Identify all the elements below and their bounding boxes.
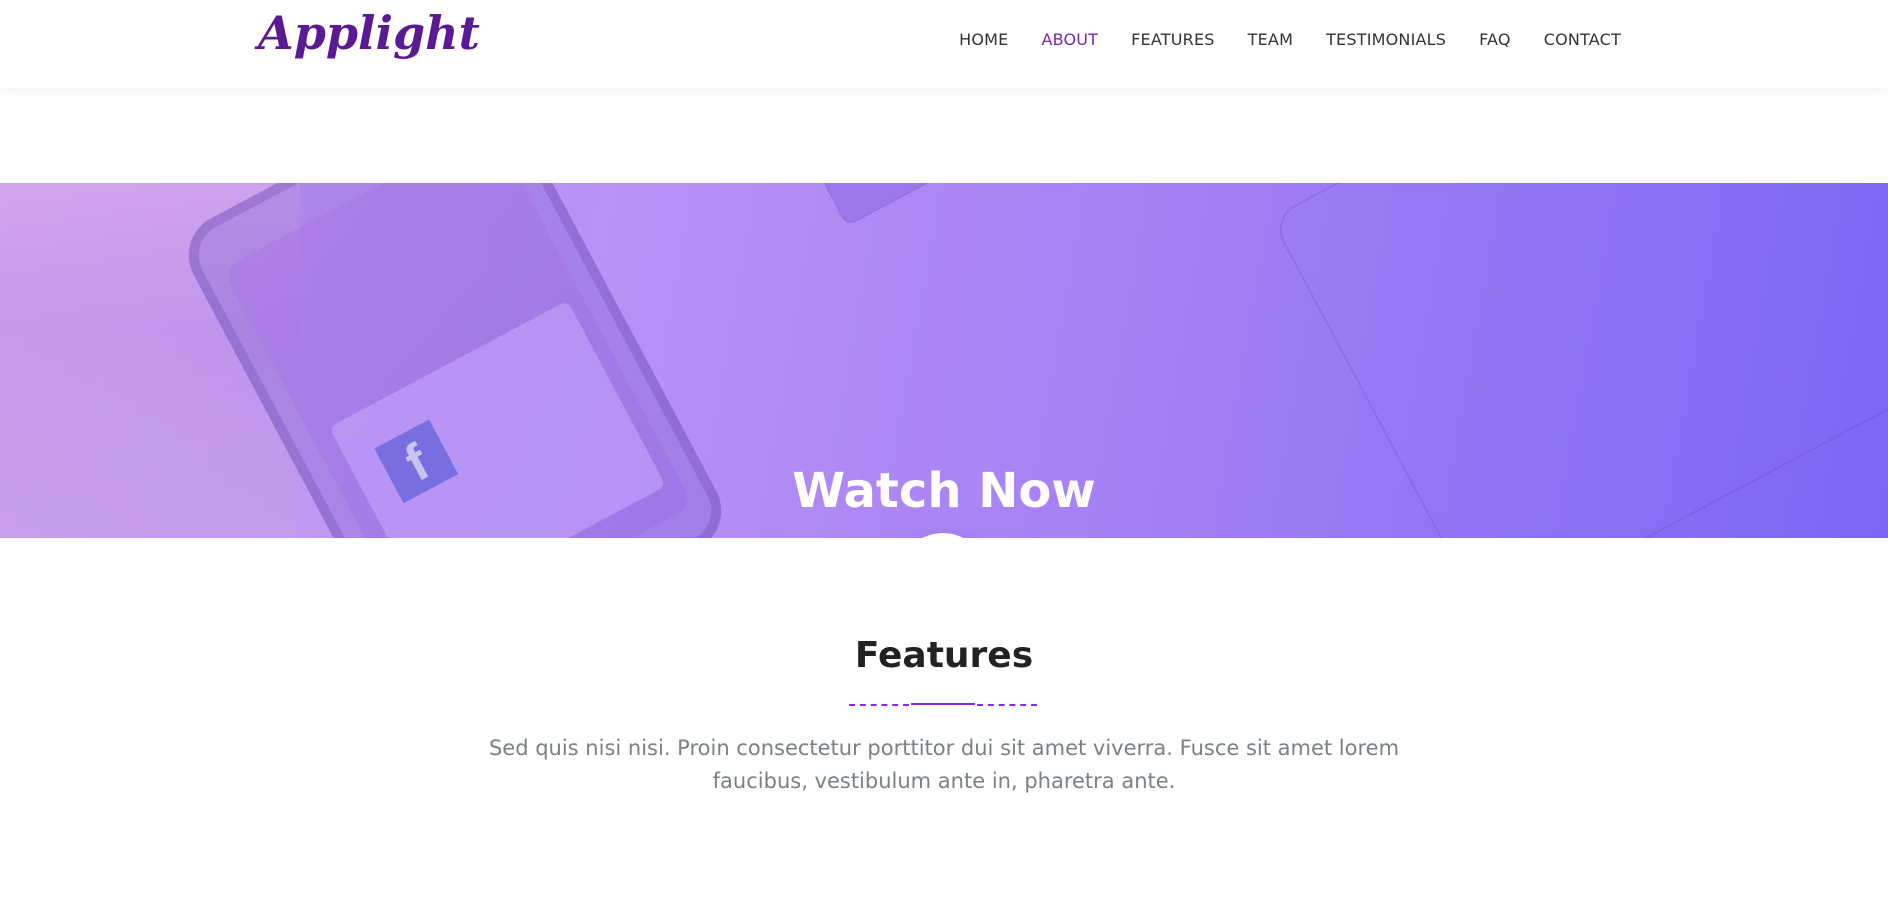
- divider-dash-right: [977, 704, 1037, 706]
- nav-features[interactable]: FEATURES: [1131, 30, 1214, 49]
- main-nav: HOME ABOUT FEATURES TEAM TESTIMONIALS FA…: [959, 0, 1621, 78]
- site-header: Applight HOME ABOUT FEATURES TEAM TESTIM…: [0, 0, 1888, 88]
- play-video-button[interactable]: [899, 533, 987, 538]
- banner-title: Watch Now: [792, 463, 1096, 519]
- nav-about[interactable]: ABOUT: [1041, 30, 1098, 49]
- nav-home[interactable]: HOME: [959, 30, 1008, 49]
- video-banner: f Watch Now: [0, 183, 1888, 538]
- keyboard-key: [813, 183, 1006, 227]
- title-divider: [849, 703, 1037, 707]
- nav-faq[interactable]: FAQ: [1479, 30, 1511, 49]
- brand-logo[interactable]: Applight: [258, 6, 480, 60]
- section-description: Sed quis nisi nisi. Proin consectetur po…: [488, 736, 1400, 793]
- nav-contact[interactable]: CONTACT: [1544, 30, 1621, 49]
- nav-team[interactable]: TEAM: [1248, 30, 1293, 49]
- section-title: Features: [854, 635, 1034, 676]
- nav-testimonials[interactable]: TESTIMONIALS: [1326, 30, 1446, 49]
- divider-dash-left: [849, 704, 909, 706]
- divider-solid-center: [911, 703, 975, 705]
